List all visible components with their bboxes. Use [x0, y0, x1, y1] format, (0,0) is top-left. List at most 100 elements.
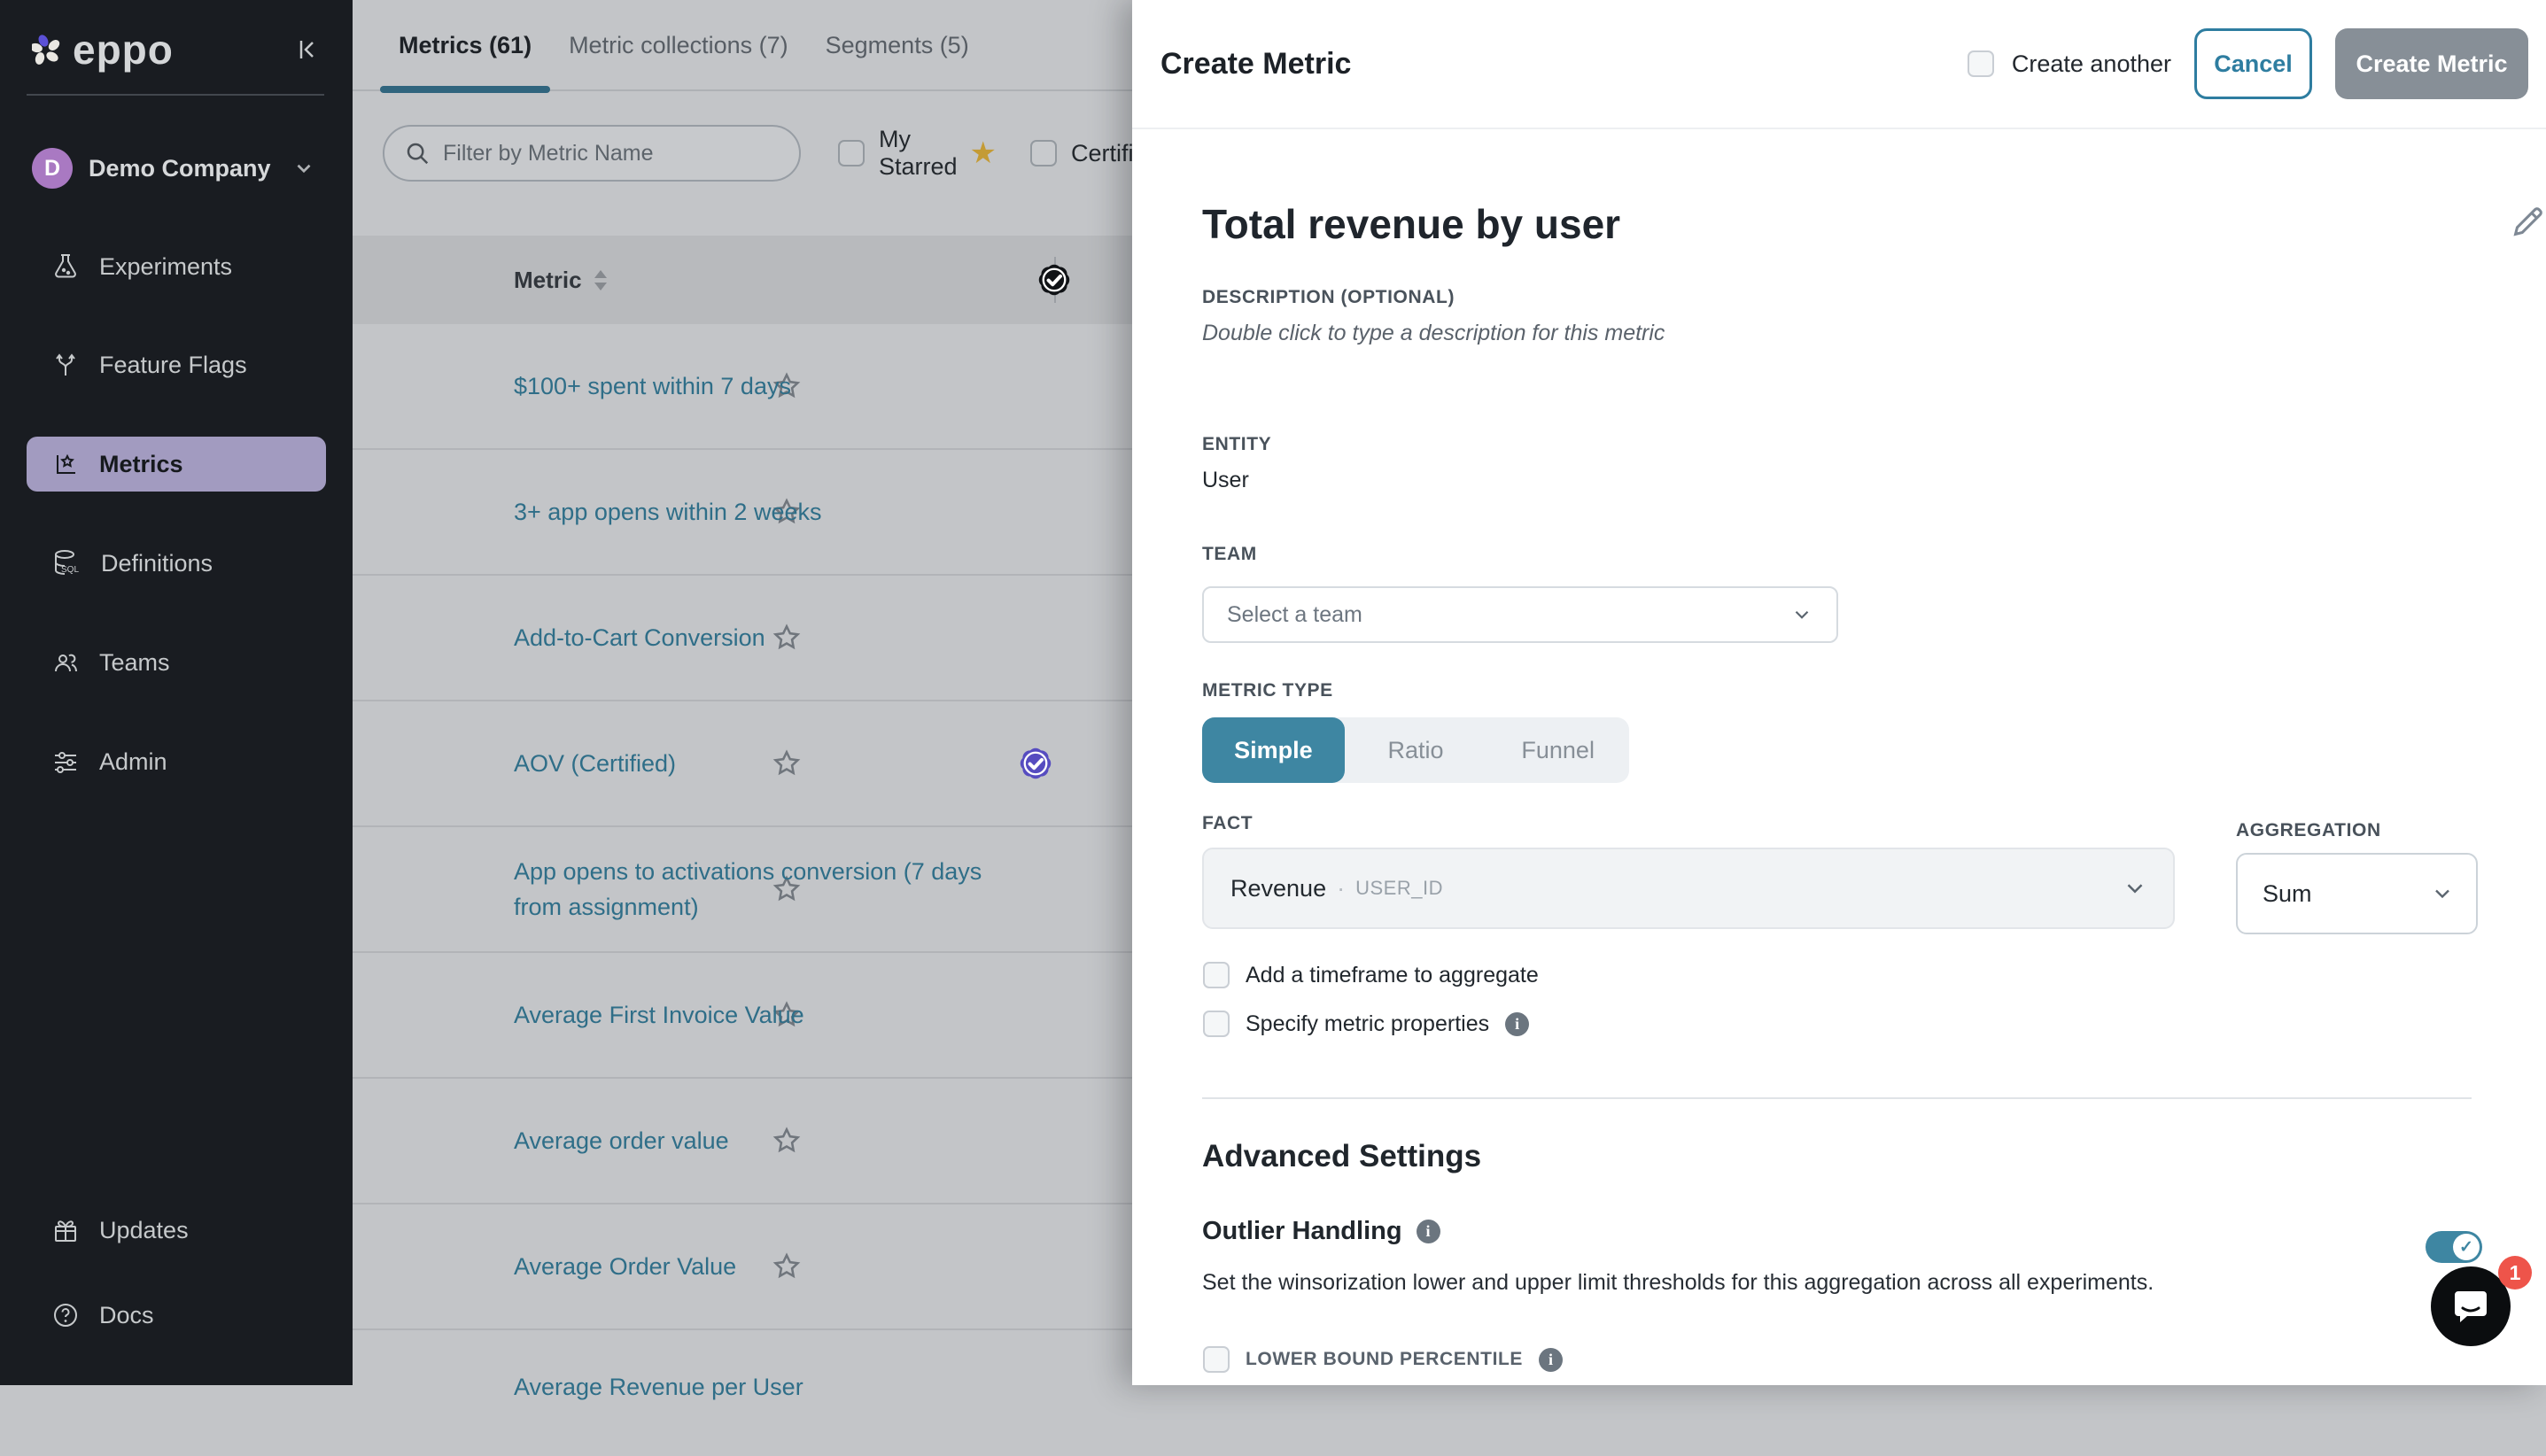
star-icon[interactable]: [772, 623, 802, 653]
sliders-icon: [51, 747, 80, 776]
properties-checkbox-row: Specify metric properties i: [1203, 1011, 1529, 1037]
team-select[interactable]: Select a team: [1202, 586, 1838, 643]
sidebar-item-feature-flags[interactable]: Feature Flags: [27, 337, 326, 392]
table-header: Metric: [353, 236, 1132, 324]
metric-type-label: METRIC TYPE: [1202, 680, 1333, 701]
sidebar-item-teams[interactable]: Teams: [27, 635, 326, 690]
metric-column-header[interactable]: Metric: [514, 236, 607, 324]
info-icon[interactable]: i: [1505, 1012, 1529, 1036]
tab-metrics[interactable]: Metrics (61): [380, 0, 550, 91]
metric-link[interactable]: Average order value: [514, 1123, 729, 1158]
chat-bubble-icon: [2449, 1286, 2492, 1327]
sidebar-item-label: Experiments: [99, 253, 232, 281]
drawer-header: Create Metric Create another Cancel Crea…: [1132, 0, 2546, 129]
workspace-switcher[interactable]: D Demo Company: [32, 147, 324, 190]
dot-separator: ·: [1337, 875, 1345, 902]
metric-link[interactable]: $100+ spent within 7 days: [514, 368, 791, 404]
create-another-checkbox[interactable]: [1968, 50, 1994, 77]
star-icon[interactable]: [772, 1126, 802, 1156]
outlier-handling-heading: Outlier Handling: [1202, 1217, 1402, 1246]
properties-checkbox[interactable]: [1203, 1011, 1230, 1037]
metric-search[interactable]: [383, 125, 801, 182]
create-metric-button[interactable]: Create Metric: [2335, 28, 2528, 99]
timeframe-checkbox[interactable]: [1203, 962, 1230, 988]
sidebar-item-metrics[interactable]: Metrics: [27, 437, 326, 492]
aggregation-select[interactable]: Sum: [2236, 853, 2478, 934]
metrics-list-panel: Metrics (61) Metric collections (7) Segm…: [353, 0, 1132, 1385]
entity-label: ENTITY: [1202, 434, 1271, 455]
create-metric-drawer: Create Metric Create another Cancel Crea…: [1132, 0, 2546, 1385]
my-starred-checkbox[interactable]: [838, 140, 865, 167]
star-icon[interactable]: [772, 1251, 802, 1282]
metric-name-title[interactable]: Total revenue by user: [1202, 200, 1620, 248]
notification-badge[interactable]: 1: [2498, 1256, 2532, 1289]
toggle-check-icon: ✓: [2453, 1234, 2480, 1260]
info-icon[interactable]: i: [1539, 1348, 1563, 1372]
fact-select[interactable]: Revenue · USER_ID: [1202, 848, 2175, 929]
eppo-flower-icon: [32, 35, 62, 65]
metrics-chart-icon: [51, 450, 80, 478]
gold-star-icon: ★: [970, 138, 997, 168]
sidebar-item-updates[interactable]: Updates: [27, 1203, 326, 1258]
svg-text:SQL: SQL: [61, 565, 79, 575]
sidebar-item-label: Admin: [99, 748, 167, 776]
sidebar-item-label: Feature Flags: [99, 352, 247, 379]
table-row: Average Order Value: [353, 1204, 1132, 1330]
info-icon[interactable]: i: [1417, 1220, 1440, 1243]
sidebar-collapse-icon[interactable]: [289, 32, 324, 67]
lower-bound-label: LOWER BOUND PERCENTILE: [1246, 1349, 1523, 1370]
help-icon: [51, 1301, 80, 1329]
sql-database-icon: SQL: [51, 548, 82, 578]
lower-bound-checkbox[interactable]: [1203, 1346, 1230, 1373]
metric-link[interactable]: App opens to activations conversion (7 d…: [514, 854, 1010, 925]
eppo-logo[interactable]: eppo: [32, 27, 324, 73]
edit-pencil-icon[interactable]: [2507, 202, 2546, 243]
outlier-description: Set the winsorization lower and upper li…: [1202, 1270, 2478, 1296]
metric-link[interactable]: Average First Invoice Value: [514, 997, 804, 1033]
sidebar-item-admin[interactable]: Admin: [27, 734, 326, 789]
feature-toggle-on[interactable]: ✓: [2426, 1231, 2482, 1263]
chevron-down-icon: [292, 157, 315, 180]
metric-link[interactable]: Average Revenue per User: [514, 1369, 803, 1405]
chevron-down-icon: [1790, 603, 1813, 626]
metric-rows: $100+ spent within 7 days 3+ app opens w…: [353, 324, 1132, 1456]
sidebar-item-experiments[interactable]: Experiments: [27, 239, 326, 294]
team-select-placeholder: Select a team: [1227, 602, 1362, 628]
search-input[interactable]: [443, 141, 780, 167]
create-another-label: Create another: [2012, 50, 2171, 78]
sidebar: eppo D Demo Company Experiments Feature …: [0, 0, 353, 1385]
chevron-down-icon: [2122, 875, 2148, 902]
logo-wordmark: eppo: [73, 26, 174, 74]
tab-metric-collections[interactable]: Metric collections (7): [550, 0, 807, 91]
lower-bound-row: LOWER BOUND PERCENTILE i: [1203, 1346, 1563, 1373]
people-icon: [51, 648, 80, 677]
cancel-button[interactable]: Cancel: [2194, 28, 2312, 99]
tab-segments[interactable]: Segments (5): [807, 0, 988, 91]
section-divider: [1202, 1097, 2472, 1099]
metric-type-simple[interactable]: Simple: [1202, 717, 1345, 783]
table-row: App opens to activations conversion (7 d…: [353, 827, 1132, 953]
table-row: 3+ app opens within 2 weeks: [353, 450, 1132, 576]
metric-link[interactable]: AOV (Certified): [514, 746, 676, 781]
sidebar-divider: [27, 94, 324, 96]
description-placeholder[interactable]: Double click to type a description for t…: [1202, 321, 1665, 346]
star-icon[interactable]: [772, 748, 802, 778]
table-row: Add-to-Cart Conversion: [353, 576, 1132, 701]
gift-icon: [51, 1216, 80, 1244]
branch-icon: [51, 351, 80, 379]
metrics-tabs: Metrics (61) Metric collections (7) Segm…: [353, 0, 1132, 91]
metric-type-ratio[interactable]: Ratio: [1345, 717, 1487, 783]
description-label: DESCRIPTION (OPTIONAL): [1202, 287, 1455, 308]
certified-checkbox[interactable]: [1030, 140, 1057, 167]
metric-link[interactable]: Add-to-Cart Conversion: [514, 620, 765, 655]
metric-link[interactable]: 3+ app opens within 2 weeks: [514, 494, 821, 530]
metric-type-funnel[interactable]: Funnel: [1486, 717, 1629, 783]
metric-link[interactable]: Average Order Value: [514, 1249, 736, 1284]
filter-row: My Starred ★ Certified: [383, 125, 1132, 182]
table-row: AOV (Certified): [353, 701, 1132, 827]
chevron-down-icon: [2430, 881, 2455, 906]
sidebar-item-label: Definitions: [101, 550, 213, 577]
sidebar-item-docs[interactable]: Docs: [27, 1288, 326, 1343]
entity-value: User: [1202, 468, 1249, 493]
sidebar-item-definitions[interactable]: SQL Definitions: [27, 536, 326, 591]
